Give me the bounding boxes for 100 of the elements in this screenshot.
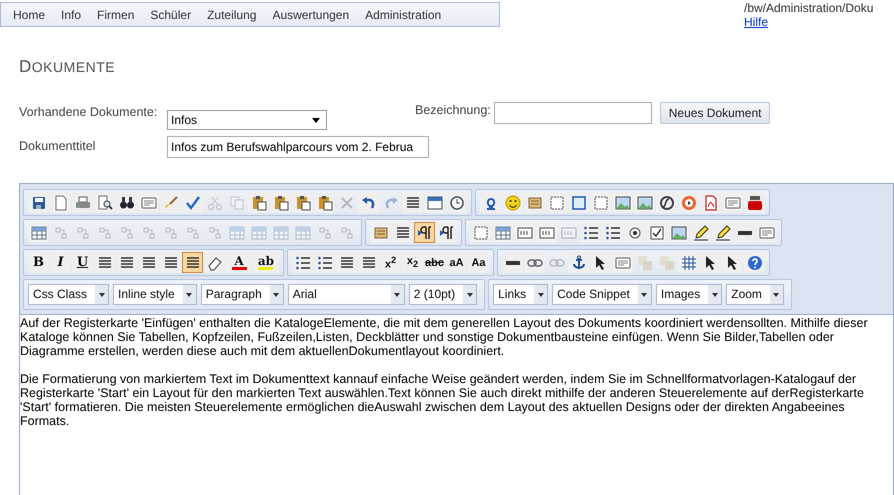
toolbar-button[interactable]: [424, 192, 445, 213]
toolbar-button[interactable]: [700, 192, 721, 213]
toolbar-button[interactable]: [700, 252, 721, 273]
toolbar-button[interactable]: [28, 192, 49, 213]
toolbar-button[interactable]: [446, 192, 467, 213]
toolbar-button[interactable]: [668, 222, 689, 243]
new-document-button[interactable]: Neues Dokument: [660, 102, 770, 124]
field-label: Dokumenttitel: [19, 138, 96, 153]
smiley-icon: [504, 194, 520, 210]
toolbar-button[interactable]: [646, 222, 667, 243]
toolbar-button[interactable]: [292, 192, 313, 213]
square-icon: [592, 194, 608, 210]
toolbar-button[interactable]: [546, 192, 567, 213]
format-button[interactable]: aA: [446, 252, 467, 273]
format-button[interactable]: Aa: [468, 252, 489, 273]
toolbar-button[interactable]: [602, 222, 623, 243]
format-button[interactable]: x$^{2}$: [380, 252, 401, 273]
toolbar-button[interactable]: [712, 222, 733, 243]
document-select[interactable]: Infos: [167, 110, 327, 130]
format-button[interactable]: abc: [424, 252, 445, 273]
field-label: Vorhandene Dokumente:: [19, 104, 158, 119]
toolbar-dropdown[interactable]: Zoom: [726, 284, 784, 305]
table-part-icon: [316, 224, 332, 240]
toolbar-button[interactable]: [160, 252, 181, 273]
help-link[interactable]: Hilfe: [744, 15, 768, 29]
table-part-icon: [206, 224, 222, 240]
nav-link[interactable]: Auswertungen: [264, 8, 358, 22]
toolbar-button[interactable]: [314, 252, 335, 273]
nav-link[interactable]: Firmen: [89, 8, 142, 22]
bar-icon: [736, 230, 752, 234]
toolbar-button[interactable]: [634, 192, 655, 213]
table-icon: [272, 224, 288, 240]
toolbar-button[interactable]: [502, 192, 523, 213]
toolbar-button[interactable]: [502, 252, 523, 273]
toolbar-dropdown[interactable]: Arial: [288, 284, 405, 305]
window-icon: [758, 224, 774, 240]
toolbar-button[interactable]: [182, 252, 203, 273]
toolbar-dropdown[interactable]: Code Snippet: [552, 284, 652, 305]
toolbar-dropdown[interactable]: 2 (10pt): [408, 284, 478, 305]
toolbar-button[interactable]: [204, 252, 225, 273]
toolbar-button[interactable]: [470, 222, 491, 243]
toolbar-button[interactable]: [94, 252, 115, 273]
name-field[interactable]: [494, 102, 652, 124]
cross-icon: [338, 194, 354, 210]
title-field[interactable]: Infos zum Berufswahlparcours vom 2. Februa: [167, 136, 429, 158]
toolbar-button[interactable]: [292, 252, 313, 273]
clipboard-icon: [294, 194, 310, 210]
format-button[interactable]: x$_{2}$: [402, 252, 423, 273]
caret-icon: [95, 285, 108, 304]
toolbar-button[interactable]: [612, 192, 633, 213]
toolbar-dropdown[interactable]: Images: [656, 284, 722, 305]
toolbar-button[interactable]: [314, 192, 335, 213]
toolbar-dropdown[interactable]: Inline style: [113, 284, 197, 305]
nav-link[interactable]: Info: [53, 8, 90, 22]
toolbar-button[interactable]: [94, 192, 115, 213]
toolbar-button[interactable]: [248, 192, 269, 213]
frame-icon: [570, 194, 586, 210]
nav-link[interactable]: Zuteilung: [199, 8, 264, 22]
format-button[interactable]: B: [28, 252, 49, 273]
toolbar-dropdown[interactable]: Links: [493, 284, 548, 305]
toolbar-button[interactable]: [116, 192, 137, 213]
toolbar-button[interactable]: [590, 252, 611, 273]
color-button[interactable]: ab: [253, 252, 279, 273]
toolbar-button[interactable]: [590, 192, 611, 213]
list-icon: [316, 254, 332, 270]
lines-icon: [96, 254, 112, 270]
toolbar-dropdown[interactable]: Paragraph: [200, 284, 284, 305]
format-button[interactable]: U: [72, 252, 93, 273]
toolbar-button[interactable]: [580, 222, 601, 243]
toolbar-button[interactable]: [436, 222, 457, 243]
nav-link[interactable]: Administration: [357, 8, 450, 22]
path-text: /bw/Administration/Doku: [744, 1, 874, 15]
toolbar-button[interactable]: [536, 222, 557, 243]
toolbar-button[interactable]: [624, 222, 645, 243]
toolbar-button[interactable]: [336, 252, 357, 273]
paragraph: Auf der Registerkarte 'Einfügen' enthalten die KatalogeElemente, die mit dem generellen Layout des Dokuments koordiniert werdensollten. Mithilfe dieser Kataloge können Sie Tabellen, Kopfzeilen, Fußzeilen,Listen, Deckblätter und sonstige Dokumentbausteine einfügen. Wenn Sie Bilder,Tabellen oder Diagramme erstellen, werden diese auch mit dem aktuellenDokumentlayout koordiniert.: [20, 316, 869, 358]
bar-icon: [504, 260, 520, 264]
toolbar-button[interactable]: [392, 222, 413, 243]
toolbar-button[interactable]: [116, 252, 137, 273]
toolbar-button[interactable]: [414, 222, 435, 243]
nav-link[interactable]: Home: [5, 8, 54, 22]
toolbar-button[interactable]: [358, 252, 379, 273]
editor-content[interactable]: [20, 314, 893, 495]
toolbar-button[interactable]: [690, 222, 711, 243]
color-button[interactable]: A: [226, 252, 252, 273]
toolbar-button[interactable]: [514, 222, 535, 243]
toolbar-button[interactable]: [568, 252, 589, 273]
lines-icon: [140, 254, 156, 270]
toolbar-button[interactable]: [402, 192, 423, 213]
nav-link[interactable]: Schüler: [142, 8, 200, 22]
toolbar-dropdown[interactable]: Css Class: [28, 284, 110, 305]
toolbar-button[interactable]: [744, 192, 765, 213]
toolbar-button[interactable]: [656, 192, 677, 213]
toolbar-button[interactable]: [270, 192, 291, 213]
toolbar-button[interactable]: [138, 252, 159, 273]
toolbar-button[interactable]: [722, 252, 743, 273]
caret-icon: [312, 118, 320, 122]
toolbar-button[interactable]: [734, 222, 755, 243]
caret-icon: [270, 285, 283, 304]
format-button[interactable]: I: [50, 252, 71, 273]
